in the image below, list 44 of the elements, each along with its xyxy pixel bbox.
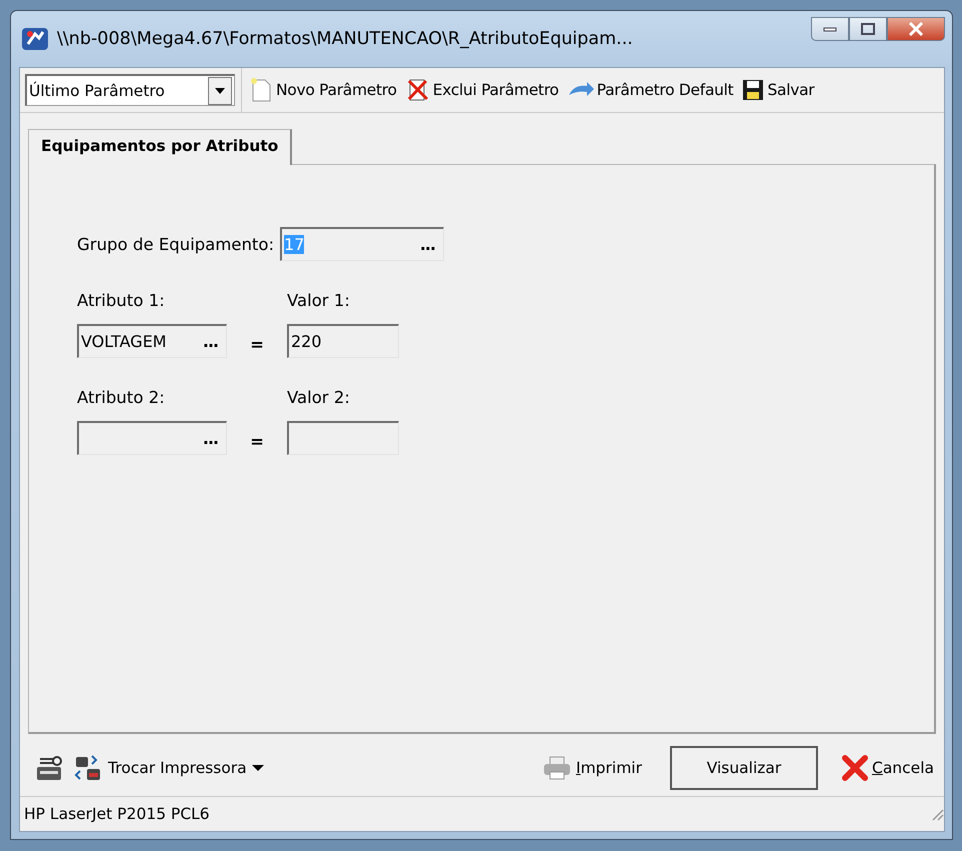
minimize-button[interactable] bbox=[811, 17, 849, 41]
field-label: Grupo de Equipamento: bbox=[77, 234, 274, 254]
save-button[interactable]: Salvar bbox=[739, 78, 816, 102]
maximize-icon bbox=[861, 23, 875, 35]
group-field[interactable]: 17 ... bbox=[280, 227, 444, 261]
preview-button[interactable]: Visualizar bbox=[670, 746, 818, 790]
dropdown-value: Último Parâmetro bbox=[28, 82, 166, 100]
equals-sign: = bbox=[249, 334, 265, 356]
delete-parameter-button[interactable]: Exclui Parâmetro bbox=[402, 77, 561, 103]
printer-icon bbox=[542, 755, 572, 781]
field-value: VOLTAGEM bbox=[81, 332, 166, 351]
change-printer-button[interactable]: Trocar Impressora bbox=[72, 751, 267, 785]
value-field[interactable] bbox=[287, 421, 399, 455]
field-value: 220 bbox=[291, 332, 322, 351]
caret-icon bbox=[250, 764, 265, 772]
attribute-field[interactable]: VOLTAGEM ... bbox=[77, 324, 227, 358]
default-parameter-button[interactable]: Parâmetro Default bbox=[564, 79, 736, 101]
resize-grip-icon[interactable] bbox=[930, 807, 944, 821]
app-logo-icon bbox=[21, 26, 49, 52]
equals-sign: = bbox=[249, 430, 265, 452]
close-icon bbox=[908, 22, 924, 36]
status-text: HP LaserJet P2015 PCL6 bbox=[24, 805, 210, 823]
ellipsis-button[interactable]: ... bbox=[202, 332, 218, 351]
window-title: \\nb-008\Mega4.67\Formatos\MANUTENCAO\R_AtributoEquipam... bbox=[57, 29, 634, 49]
tab[interactable]: Equipamentos por Atributo bbox=[28, 129, 292, 165]
field-label: Atributo 1: bbox=[77, 291, 166, 312]
field-value: 17 bbox=[284, 235, 304, 254]
caret-icon bbox=[214, 86, 226, 94]
x-icon bbox=[842, 755, 868, 781]
print-button[interactable]: Imprimir bbox=[540, 753, 644, 783]
attribute-field[interactable]: ... bbox=[77, 421, 227, 455]
new-parameter-button[interactable]: Novo Parâmetro bbox=[246, 77, 399, 103]
printer-settings-icon[interactable] bbox=[34, 753, 64, 783]
ellipsis-button[interactable]: ... bbox=[202, 429, 218, 448]
minimize-icon bbox=[823, 26, 837, 32]
field-label: Atributo 2: bbox=[77, 388, 166, 409]
value-field[interactable]: 220 bbox=[287, 324, 399, 358]
maximize-button[interactable] bbox=[849, 17, 887, 41]
ellipsis-button[interactable]: ... bbox=[420, 235, 436, 254]
field-label: Valor 2: bbox=[287, 388, 351, 409]
cancel-button[interactable]: Cancela bbox=[840, 753, 936, 783]
close-button[interactable] bbox=[887, 17, 945, 41]
parameter-dropdown[interactable]: Último Parâmetro bbox=[25, 74, 235, 106]
field-label: Valor 1: bbox=[287, 291, 351, 312]
